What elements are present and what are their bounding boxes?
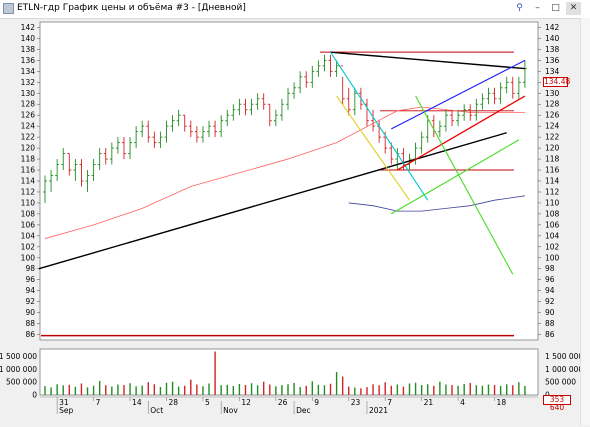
price-tick-label-left: 124 xyxy=(21,122,36,131)
price-tick-label-left: 140 xyxy=(21,34,36,43)
maximize-icon[interactable]: □ xyxy=(548,2,563,15)
price-tick-label-right: 138 xyxy=(545,45,560,54)
chart-window-icon xyxy=(3,3,14,14)
price-tick-label-right: 122 xyxy=(545,133,560,142)
price-tick-label-right: 98 xyxy=(545,264,555,273)
price-tick-label-right: 120 xyxy=(545,144,560,153)
price-tick-label-left: 98 xyxy=(25,264,35,273)
price-tick-label-left: 116 xyxy=(21,166,36,175)
day-label: 21 xyxy=(424,398,434,407)
volume-panel[interactable] xyxy=(39,348,539,396)
minimize-icon[interactable]: – xyxy=(530,2,545,15)
price-tick-label-left: 138 xyxy=(21,45,36,54)
day-label: 18 xyxy=(497,398,507,407)
price-tick-label-left: 114 xyxy=(21,177,36,186)
time-axis: 31 7 14 28 5 12 26 9 23 7 21 4 18Sep Oct Nov Dec 2021 xyxy=(40,396,538,415)
volume-tick-label-right: 500 000 xyxy=(545,378,576,387)
price-panel[interactable] xyxy=(39,21,539,341)
current-volume-label: 353 640 xyxy=(543,395,571,412)
window-titlebar: ETLN-гдр График цены и объёма #3 - [Днев… xyxy=(0,0,590,19)
price-tick-label-left: 126 xyxy=(21,111,36,120)
pin-icon[interactable]: ⚲ xyxy=(512,2,527,15)
volume-axis-right: 1 500 0001 000 000500 0000 xyxy=(545,352,583,399)
window-title: ETLN-гдр График цены и объёма #3 - [Днев… xyxy=(17,3,246,13)
price-tick-label-left: 142 xyxy=(21,23,36,32)
volume-tick-label-left: 0 xyxy=(32,391,37,400)
vertical-scrollbar[interactable] xyxy=(580,18,590,425)
price-tick-label-right: 128 xyxy=(545,100,560,109)
day-label: 9 xyxy=(314,398,319,407)
price-tick-label-right: 118 xyxy=(545,155,560,164)
price-tick-label-right: 102 xyxy=(545,242,560,251)
price-tick-label-left: 104 xyxy=(21,231,36,240)
price-tick-label-left: 102 xyxy=(21,242,36,251)
day-label: 26 xyxy=(278,398,288,407)
price-tick-label-left: 100 xyxy=(21,253,36,262)
price-tick-label-left: 88 xyxy=(25,319,35,328)
price-volume-chart[interactable]: 1421401381361341321301281261241221201181… xyxy=(0,18,590,425)
price-axis-right: 1421401381361341321301281261241221201181… xyxy=(538,23,560,339)
current-price-label: 134.48 xyxy=(543,77,571,87)
price-tick-label-left: 86 xyxy=(25,330,35,339)
price-tick-label-left: 122 xyxy=(21,133,36,142)
month-label: Sep xyxy=(59,406,73,415)
price-axis-left: 142 140 138 136 134 132 130 128 126 124 122 120 118 1… xyxy=(21,23,40,339)
price-tick-label-right: 134 xyxy=(545,67,560,76)
price-tick-label-right: 108 xyxy=(545,209,560,218)
day-label: 12 xyxy=(241,398,251,407)
price-tick-label-right: 140 xyxy=(545,34,560,43)
price-tick-label-left: 94 xyxy=(25,286,35,295)
volume-tick-label-right: 1 000 000 xyxy=(545,365,583,374)
price-tick-label-right: 142 xyxy=(545,23,560,32)
price-tick-label-left: 136 xyxy=(21,56,36,65)
price-tick-label-left: 108 xyxy=(21,209,36,218)
month-label: Nov xyxy=(223,406,238,415)
price-tick-label-right: 114 xyxy=(545,177,560,186)
month-label: Oct xyxy=(150,406,163,415)
price-tick-label-left: 106 xyxy=(21,220,36,229)
price-tick-label-left: 92 xyxy=(25,297,35,306)
price-tick-label-right: 136 xyxy=(545,56,560,65)
price-tick-label-right: 116 xyxy=(545,166,560,175)
month-label: 2021 xyxy=(369,406,388,415)
price-tick-label-left: 118 xyxy=(21,155,36,164)
price-tick-label-left: 96 xyxy=(25,275,35,284)
price-tick-label-right: 92 xyxy=(545,297,555,306)
price-tick-label-right: 112 xyxy=(545,187,560,196)
volume-tick-label-left: 1 500 000 xyxy=(0,352,37,361)
volume-tick-label-left: 1 000 000 xyxy=(0,365,37,374)
day-label: 28 xyxy=(169,398,179,407)
price-tick-label-right: 88 xyxy=(545,319,555,328)
price-tick-label-right: 126 xyxy=(545,111,560,120)
price-tick-label-right: 100 xyxy=(545,253,560,262)
price-tick-label-right: 130 xyxy=(545,89,560,98)
price-tick-label-left: 134 xyxy=(21,67,36,76)
day-label: 4 xyxy=(460,398,465,407)
day-label: 14 xyxy=(132,398,142,407)
price-tick-label-right: 96 xyxy=(545,275,555,284)
chart-area[interactable]: 142 140 138 136 134 132 130 128 126 124 122 120 118 1… xyxy=(0,18,590,425)
day-label: 23 xyxy=(351,398,361,407)
price-tick-label-left: 128 xyxy=(21,100,36,109)
price-tick-label-right: 124 xyxy=(545,122,560,131)
day-label: 7 xyxy=(96,398,101,407)
price-tick-label-right: 94 xyxy=(545,286,555,295)
price-tick-label-right: 104 xyxy=(545,231,560,240)
volume-tick-label-left: 500 000 xyxy=(6,378,37,387)
price-tick-label-right: 90 xyxy=(545,308,555,317)
volume-axis-left: 1 500 000 1 000 000 500 000 0 xyxy=(0,352,37,399)
price-tick-label-left: 120 xyxy=(21,144,36,153)
price-tick-label-right: 110 xyxy=(545,198,560,207)
price-tick-label-left: 90 xyxy=(25,308,35,317)
price-tick-label-left: 130 xyxy=(21,89,36,98)
day-label: 5 xyxy=(205,398,210,407)
price-tick-label-left: 112 xyxy=(21,187,36,196)
price-tick-label-right: 86 xyxy=(545,330,555,339)
price-tick-label-left: 132 xyxy=(21,78,36,87)
close-icon[interactable]: ✕ xyxy=(566,2,581,15)
volume-tick-label-right: 1 500 000 xyxy=(545,352,583,361)
month-label: Dec xyxy=(296,406,311,415)
price-tick-label-left: 110 xyxy=(21,198,36,207)
price-tick-label-right: 106 xyxy=(545,220,560,229)
